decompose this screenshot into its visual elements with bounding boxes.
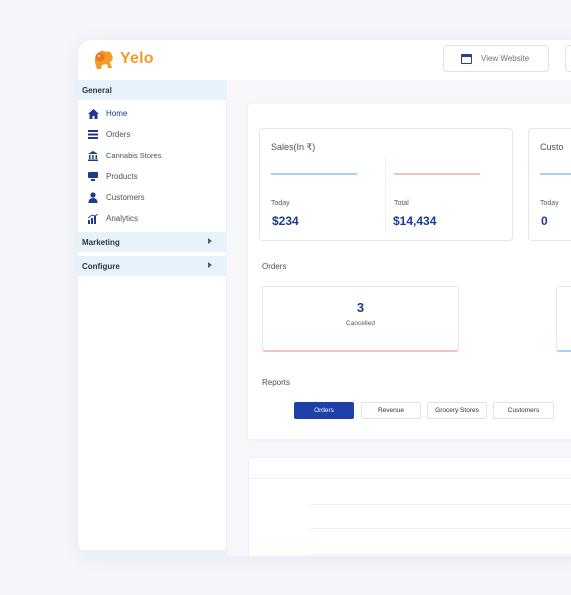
dashboard-panel: Sales(In ₹) Today $234 Total $14,434 Cus… — [248, 104, 571, 439]
brand-name: Yelo — [120, 50, 154, 67]
store-icon — [87, 150, 99, 162]
grid-line — [309, 528, 571, 529]
cancelled-label: Cancelled — [346, 320, 375, 327]
cancelled-orders-card[interactable]: 3 Cancelled — [262, 286, 459, 352]
report-tab-grocery-stores[interactable]: Grocery Stores — [427, 402, 487, 419]
customers-card: Custo Today 0 — [528, 128, 571, 241]
report-tab-orders[interactable]: Orders — [294, 402, 354, 419]
report-tab-revenue[interactable]: Revenue — [361, 402, 421, 419]
total-label: Total — [394, 200, 409, 207]
sidebar-section-general[interactable]: General — [78, 80, 226, 100]
top-bar: Yelo View Website — [78, 40, 571, 81]
sidebar-item-home[interactable]: Home — [78, 103, 226, 124]
customers-today-value: 0 — [541, 214, 548, 228]
report-tab-customers[interactable]: Customers — [493, 402, 554, 419]
customers-indicator-line — [540, 173, 571, 175]
brand-logo[interactable]: Yelo — [90, 46, 154, 72]
today-sales-value: $234 — [272, 214, 299, 228]
sidebar: General Home Orders Cannabis Stores Prod… — [78, 80, 227, 556]
sidebar-item-analytics[interactable]: Analytics — [78, 208, 226, 229]
main-content: Sales(In ₹) Today $234 Total $14,434 Cus… — [227, 80, 571, 556]
orders-status-card[interactable] — [556, 286, 571, 352]
customer-icon — [87, 192, 99, 204]
grid-line — [309, 554, 571, 555]
grid-line — [309, 504, 571, 505]
analytics-icon — [87, 213, 99, 225]
today-indicator-line — [271, 173, 357, 175]
grid-line — [249, 478, 571, 479]
total-sales-value: $14,434 — [393, 214, 437, 228]
total-indicator-line — [394, 173, 480, 175]
report-chart-panel — [248, 457, 571, 556]
header-action-button[interactable] — [565, 45, 571, 72]
sidebar-footer — [78, 550, 226, 556]
sidebar-item-customers[interactable]: Customers — [78, 187, 226, 208]
sidebar-section-configure[interactable]: Configure — [78, 256, 226, 276]
orders-section-title: Orders — [262, 262, 287, 271]
chevron-right-icon — [208, 238, 212, 244]
reports-section-title: Reports — [262, 378, 291, 387]
orders-icon — [87, 129, 99, 141]
app-window: Yelo View Website General Home Orders Ca… — [78, 40, 571, 556]
today-label: Today — [271, 200, 290, 207]
customers-title: Custo — [540, 142, 564, 152]
lion-icon — [94, 50, 113, 69]
home-icon — [87, 108, 99, 120]
cancelled-count: 3 — [356, 300, 365, 315]
sidebar-section-marketing[interactable]: Marketing — [78, 232, 226, 252]
sidebar-item-orders[interactable]: Orders — [78, 124, 226, 145]
view-website-button[interactable]: View Website — [443, 45, 549, 72]
sales-title: Sales(In ₹) — [271, 142, 316, 152]
sidebar-item-cannabis-stores[interactable]: Cannabis Stores — [78, 145, 226, 166]
customers-today-label: Today — [540, 200, 559, 207]
card-divider — [385, 157, 386, 233]
sales-card: Sales(In ₹) Today $234 Total $14,434 — [259, 128, 513, 241]
browser-window-icon — [461, 53, 472, 64]
sidebar-item-products[interactable]: Products — [78, 166, 226, 187]
view-website-label: View Website — [481, 54, 530, 63]
chevron-right-icon — [208, 262, 212, 268]
products-icon — [87, 171, 99, 183]
